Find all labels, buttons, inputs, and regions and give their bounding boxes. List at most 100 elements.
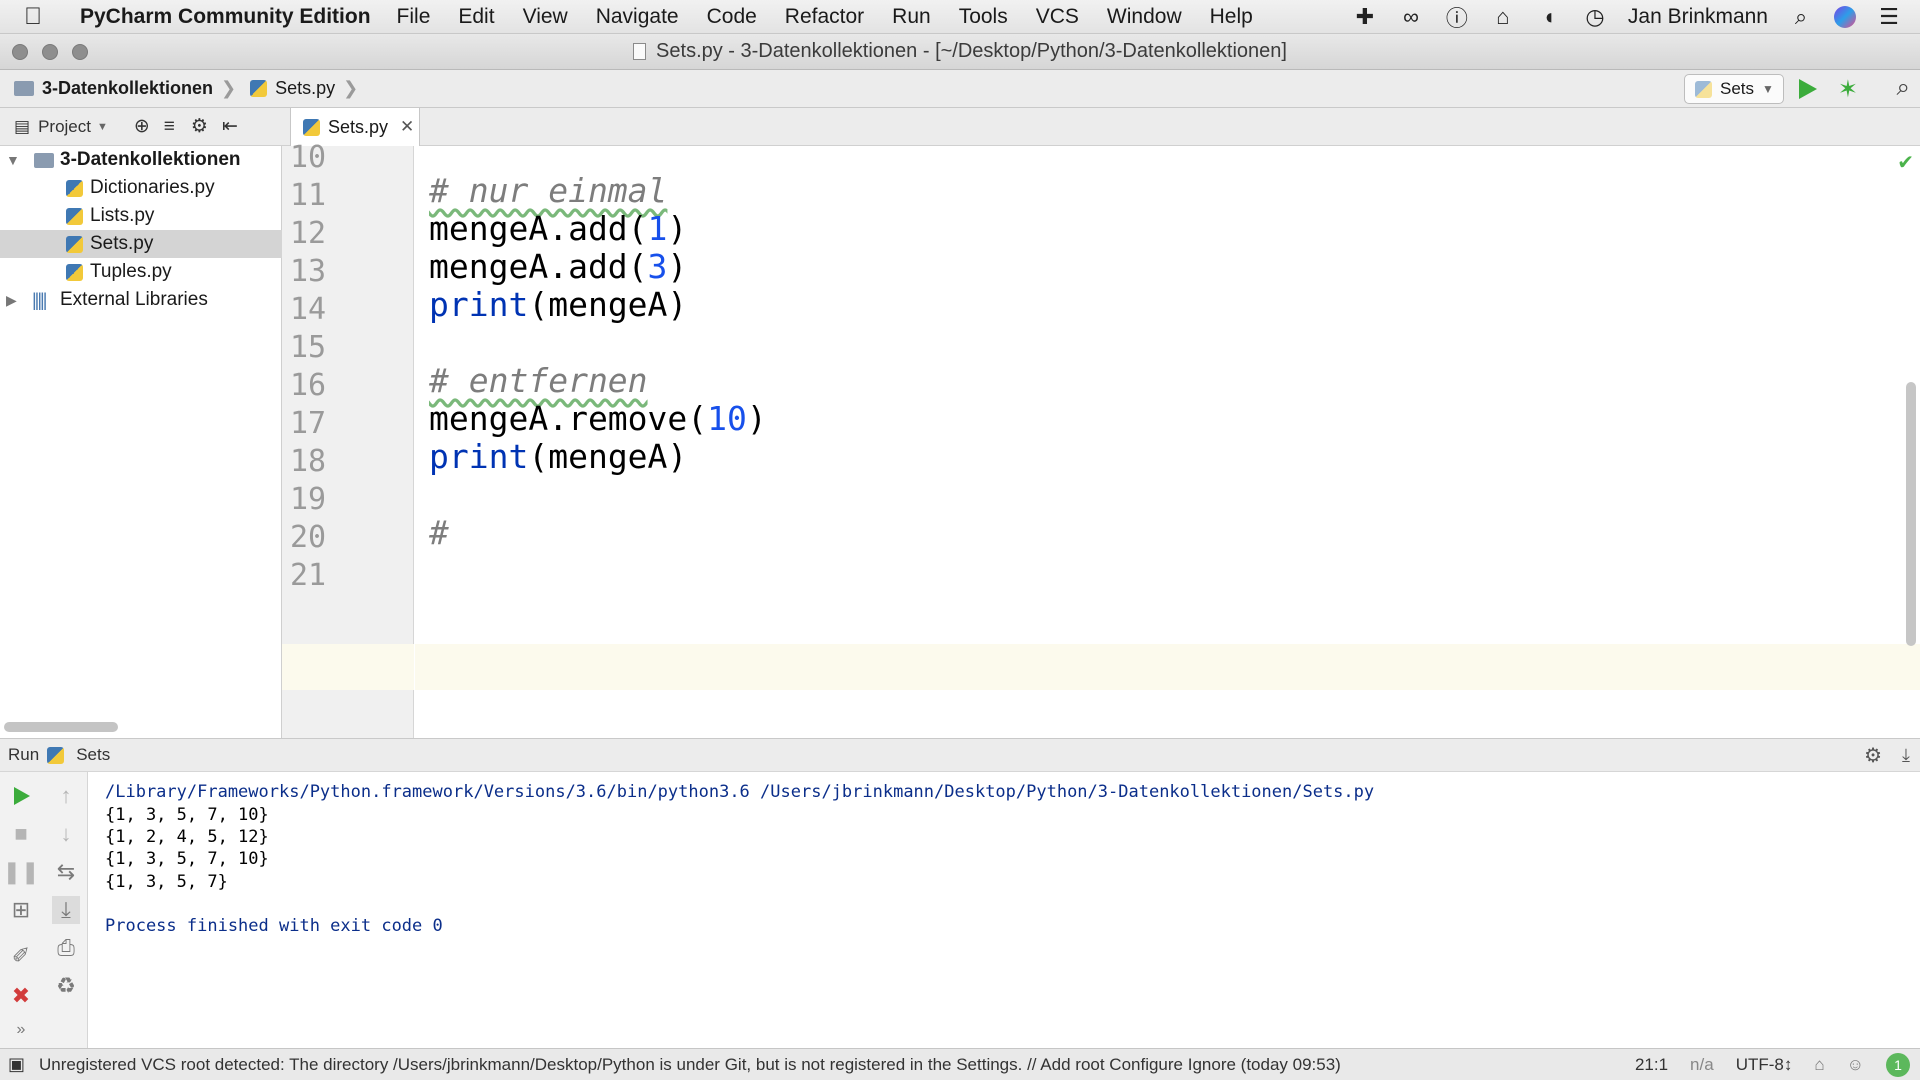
toggle-tool-windows-icon[interactable]: ▣ (8, 1054, 25, 1075)
python-file-icon (303, 118, 320, 136)
pause-icon[interactable]: ❚❚ (3, 858, 40, 886)
line-number: 12 (290, 216, 327, 251)
code-line-20[interactable]: # (429, 513, 449, 552)
tree-file-sets[interactable]: Sets.py (0, 230, 282, 258)
run-tab-label[interactable]: Sets (76, 745, 110, 765)
close-run-icon[interactable]: ✖ (7, 982, 35, 1010)
tree-file-label: Dictionaries.py (90, 177, 215, 198)
inspection-ok-icon[interactable]: ✔ (1897, 150, 1914, 175)
menu-bar-status-area: ✚ ∞ ⓘ ⌂ ◖ ◷ Jan Brinkmann ⌕ ☰ (1352, 0, 1902, 34)
locate-file-icon[interactable]: ⊕ (134, 115, 150, 138)
time-machine-icon[interactable]: ◷ (1582, 4, 1608, 30)
user-menu[interactable]: Jan Brinkmann (1628, 5, 1768, 29)
library-icon: ||||| (32, 289, 47, 310)
tree-root-label: 3-Datenkollektionen (60, 149, 241, 170)
debug-icon[interactable]: ✶ (1838, 75, 1858, 104)
menu-navigate[interactable]: Navigate (596, 5, 679, 29)
siri-icon[interactable] (1834, 6, 1856, 28)
code-editor[interactable]: ✔ # nur einmal mengeA.add(1) mengeA.add(… (415, 146, 1920, 738)
menu-refactor[interactable]: Refactor (785, 5, 864, 29)
minimize-window-button[interactable] (42, 44, 58, 60)
spotlight-search-icon[interactable]: ⌕ (1788, 4, 1814, 30)
code-line-18[interactable]: print(mengeA) (429, 437, 687, 476)
menu-file[interactable]: File (397, 5, 431, 29)
line-number: 15 (290, 330, 327, 365)
list-icon[interactable]: ☰ (1876, 4, 1902, 30)
tree-file-lists[interactable]: Lists.py (0, 202, 282, 230)
collapsed-arrow-icon[interactable]: ▶ (6, 292, 17, 309)
password-icon[interactable]: ⓘ (1444, 1, 1470, 33)
line-number: 16 (290, 368, 327, 403)
file-encoding[interactable]: UTF-8↕ (1736, 1055, 1793, 1075)
menu-tools[interactable]: Tools (959, 5, 1008, 29)
collapse-all-icon[interactable]: ≡ (164, 116, 175, 138)
zoom-window-button[interactable] (72, 44, 88, 60)
restore-layout-icon[interactable]: ⊞ (7, 896, 35, 924)
tree-file-tuples[interactable]: Tuples.py (0, 258, 282, 286)
trash-icon[interactable]: ♻ (52, 972, 80, 1000)
code-line-16[interactable]: # entfernen (429, 361, 648, 400)
menu-edit[interactable]: Edit (458, 5, 494, 29)
menu-code[interactable]: Code (707, 5, 757, 29)
up-arrow-icon[interactable]: ↑ (52, 782, 80, 810)
code-line-14[interactable]: print(mengeA) (429, 285, 687, 324)
soft-wrap-icon[interactable]: ⇆ (52, 858, 80, 886)
tree-file-dictionaries[interactable]: Dictionaries.py (0, 174, 282, 202)
app-name-menu[interactable]: PyCharm Community Edition (80, 5, 371, 29)
more-icon[interactable]: » (7, 1016, 35, 1044)
run-icon[interactable] (1794, 76, 1820, 102)
line-number: 20 (290, 520, 327, 555)
code-line-11[interactable]: # nur einmal (429, 171, 667, 210)
lock-icon[interactable]: ⌂ (1814, 1055, 1824, 1075)
folder-icon (34, 152, 54, 168)
apple-menu-icon[interactable]:  (24, 3, 64, 31)
code-line-13[interactable]: mengeA.add(3) (429, 247, 687, 286)
code-line-17[interactable]: mengeA.remove(10) (429, 399, 767, 438)
event-log-badge[interactable]: 1 (1886, 1053, 1910, 1077)
code-text: mengeA.add(1) (429, 209, 688, 248)
line-number: 19 (290, 482, 327, 517)
vertical-scrollbar[interactable] (1906, 382, 1916, 646)
menu-view[interactable]: View (523, 5, 568, 29)
rerun-icon[interactable] (7, 782, 35, 810)
horizontal-scrollbar[interactable] (4, 722, 118, 732)
close-tab-icon[interactable]: ✕ (400, 117, 414, 137)
search-everywhere-icon[interactable]: ⌕ (1897, 74, 1910, 102)
tree-root-folder[interactable]: ▼ 3-Datenkollektionen (0, 146, 282, 174)
line-number: 11 (290, 178, 327, 213)
code-comment: # (429, 513, 449, 552)
code-line-12[interactable]: mengeA.add(1) (429, 209, 687, 248)
tree-external-libraries[interactable]: ▶ ||||| External Libraries (0, 286, 282, 314)
line-separator-status[interactable]: n/a (1690, 1055, 1714, 1075)
hide-panel-icon[interactable]: ⤓ (1902, 745, 1910, 766)
down-arrow-icon[interactable]: ↓ (52, 820, 80, 848)
inspector-icon[interactable]: ☺ (1847, 1055, 1864, 1075)
plus-icon[interactable]: ✚ (1352, 4, 1378, 30)
notification-icon[interactable]: ⌂ (1490, 4, 1516, 30)
caret-position[interactable]: 21:1 (1635, 1055, 1668, 1075)
gear-icon[interactable]: ⚙ (191, 115, 208, 138)
menu-window[interactable]: Window (1107, 5, 1182, 29)
menu-help[interactable]: Help (1210, 5, 1253, 29)
run-console[interactable]: /Library/Frameworks/Python.framework/Ver… (88, 772, 1920, 1048)
pin-tab-icon[interactable]: ✐ (7, 942, 35, 970)
chevron-down-icon[interactable]: ▼ (97, 121, 108, 133)
hide-panel-icon[interactable]: ⇤ (222, 115, 238, 138)
breadcrumb-project[interactable]: 3-Datenkollektionen ❯ (14, 78, 236, 99)
close-window-button[interactable] (12, 44, 28, 60)
tree-file-label: Lists.py (90, 205, 155, 226)
print-icon[interactable]: ⎙ (52, 934, 80, 962)
run-configuration-dropdown[interactable]: Sets ▼ (1684, 74, 1784, 104)
menu-run[interactable]: Run (892, 5, 931, 29)
leaf-icon[interactable]: ◖ (1536, 4, 1562, 30)
run-tool-label[interactable]: Run (8, 745, 39, 765)
gear-icon[interactable]: ⚙ (1864, 743, 1882, 768)
stop-icon[interactable]: ■ (7, 820, 35, 848)
project-view-dropdown[interactable]: Project (38, 117, 91, 137)
vcs-notification-message[interactable]: Unregistered VCS root detected: The dire… (39, 1055, 1341, 1075)
menu-vcs[interactable]: VCS (1036, 5, 1079, 29)
expanded-arrow-icon[interactable]: ▼ (6, 152, 20, 168)
scroll-to-end-icon[interactable]: ⤓ (52, 896, 80, 924)
breadcrumb-file[interactable]: Sets.py ❯ (250, 78, 358, 99)
creative-cloud-icon[interactable]: ∞ (1398, 4, 1424, 30)
